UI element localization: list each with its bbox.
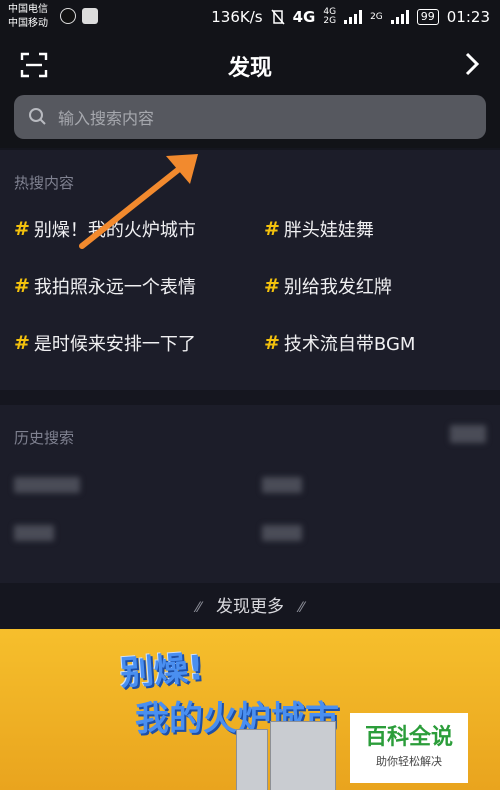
- watermark-logo: 百科全说 助你轻松解决: [350, 713, 468, 783]
- watermark-title: 百科全说: [364, 725, 453, 750]
- carrier-1: 中国电信: [8, 4, 48, 15]
- history-item[interactable]: [14, 525, 54, 541]
- watermark-subtitle: 助你轻松解决: [376, 755, 442, 768]
- hot-item[interactable]: # 胖头娃娃舞: [264, 216, 374, 242]
- hot-item[interactable]: # 是时候来安排一下了: [14, 330, 196, 356]
- annotation-arrow: [79, 154, 198, 249]
- hot-item[interactable]: # 技术流自带BGM: [264, 330, 415, 356]
- network-speed: 136K/s: [211, 8, 263, 26]
- search-input[interactable]: [56, 95, 480, 141]
- battery-icon: 99: [416, 9, 439, 25]
- history-item[interactable]: [14, 477, 80, 493]
- status-bar: 中国电信 中国移动 136K/s 4G 4G 2G 2G 99 01:23: [0, 0, 500, 36]
- chevron-right-icon[interactable]: [462, 50, 482, 78]
- hot-item[interactable]: # 别给我发红牌: [264, 273, 392, 299]
- status-right: 136K/s 4G 4G 2G 2G 99 01:23: [211, 7, 490, 27]
- search-box[interactable]: [14, 95, 486, 141]
- search-area: [0, 94, 500, 148]
- history-item[interactable]: [262, 477, 302, 493]
- history-title: 历史搜索: [14, 429, 75, 447]
- vibrate-off-icon: [271, 9, 285, 25]
- hash-icon: #: [14, 218, 30, 240]
- clock: 01:23: [446, 8, 490, 26]
- appliance-image: [236, 729, 268, 790]
- hash-icon: #: [14, 275, 30, 297]
- banner-headline: 别燥!: [118, 648, 205, 694]
- network-type: 4G: [292, 8, 316, 26]
- network-small: 4G 2G: [323, 7, 337, 26]
- hot-item[interactable]: # 我拍照永远一个表情: [14, 273, 196, 299]
- clear-history-icon[interactable]: [450, 425, 486, 443]
- history-item[interactable]: [262, 525, 302, 541]
- hash-icon: #: [14, 332, 30, 354]
- search-icon: [29, 108, 46, 125]
- carrier-2: 中国移动: [8, 18, 48, 29]
- qq-icon: [60, 8, 76, 24]
- fridge-image: [270, 721, 336, 790]
- page-title: 发现: [227, 56, 272, 81]
- slash-decoration-icon: ⁄⁄: [196, 600, 201, 616]
- network-small-2: 2G: [370, 11, 383, 22]
- hash-icon: #: [264, 332, 280, 354]
- signal-icon: [344, 10, 363, 24]
- top-bar: 发现: [0, 36, 500, 94]
- signal-icon-2: [390, 10, 409, 24]
- hash-icon: #: [264, 275, 280, 297]
- history-section: 历史搜索: [0, 405, 500, 583]
- promo-banner[interactable]: 别燥! 我的火炉城市 百科全说 助你轻松解决: [0, 629, 500, 790]
- discover-more-label: 发现更多: [216, 597, 284, 617]
- gallery-icon: [82, 8, 98, 24]
- slash-decoration-icon: ⁄⁄: [299, 600, 304, 616]
- hot-search-title: 热搜内容: [14, 174, 75, 192]
- carrier-info: 中国电信 中国移动: [8, 3, 48, 31]
- notification-icons: [60, 8, 98, 24]
- hash-icon: #: [264, 218, 280, 240]
- discover-more[interactable]: ⁄⁄ 发现更多 ⁄⁄: [0, 585, 500, 629]
